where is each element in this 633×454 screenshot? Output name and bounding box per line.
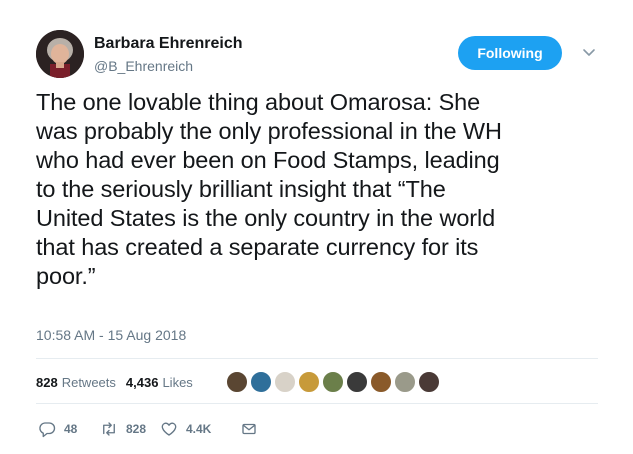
- likes-stat[interactable]: 4,436 Likes: [126, 375, 193, 390]
- reply-count: 48: [64, 422, 78, 436]
- retweet-button[interactable]: 828: [100, 420, 146, 438]
- reply-button[interactable]: 48: [38, 420, 77, 438]
- author-avatar[interactable]: [36, 30, 84, 78]
- chevron-down-icon[interactable]: [581, 44, 597, 60]
- direct-message-button[interactable]: [240, 420, 266, 438]
- tweet-text-line: was probably the only professional in th…: [36, 118, 502, 144]
- like-count: 4.4K: [186, 422, 212, 436]
- tweet-timestamp[interactable]: 10:58 AM - 15 Aug 2018: [36, 327, 186, 343]
- likes-label: Likes: [162, 374, 193, 390]
- envelope-icon: [242, 423, 256, 435]
- liker-avatar[interactable]: [322, 371, 344, 393]
- liker-avatar[interactable]: [274, 371, 296, 393]
- reply-icon: [39, 422, 56, 438]
- tweet-text-line: United States is the only country in the…: [36, 205, 496, 231]
- tweet-stats: 828 Retweets 4,436 Likes: [36, 372, 203, 392]
- retweets-stat[interactable]: 828 Retweets: [36, 375, 116, 390]
- liker-avatar[interactable]: [226, 371, 248, 393]
- liker-avatar[interactable]: [298, 371, 320, 393]
- heart-icon: [161, 422, 177, 436]
- tweet-text: The one lovable thing about Omarosa: She…: [36, 88, 606, 291]
- retweet-icon: [103, 422, 115, 436]
- tweet-text-line: who had ever been on Food Stamps, leadin…: [36, 147, 500, 173]
- liker-avatar[interactable]: [418, 371, 440, 393]
- retweets-count: 828: [36, 374, 58, 390]
- tweet-text-line: to the seriously brilliant insight that …: [36, 176, 446, 202]
- liker-avatar[interactable]: [346, 371, 368, 393]
- tweet-text-line: that has created a separate currency for…: [36, 234, 479, 260]
- divider: [36, 403, 598, 404]
- tweet-header: Barbara Ehrenreich @B_Ehrenreich Followi…: [36, 30, 606, 80]
- tweet-text-line: The one lovable thing about Omarosa: She: [36, 89, 481, 115]
- likes-count: 4,436: [125, 374, 159, 390]
- liker-avatars: [226, 371, 442, 395]
- retweet-count: 828: [126, 422, 147, 436]
- author-name[interactable]: Barbara Ehrenreich: [94, 34, 243, 54]
- divider: [36, 358, 598, 359]
- tweet-text-line: poor.”: [36, 263, 96, 289]
- author-info: Barbara Ehrenreich @B_Ehrenreich: [94, 34, 243, 75]
- author-handle[interactable]: @B_Ehrenreich: [94, 57, 243, 75]
- retweets-label: Retweets: [61, 374, 116, 390]
- like-button[interactable]: 4.4K: [160, 420, 211, 438]
- following-button[interactable]: Following: [458, 36, 562, 70]
- liker-avatar[interactable]: [250, 371, 272, 393]
- liker-avatar[interactable]: [394, 371, 416, 393]
- liker-avatar[interactable]: [370, 371, 392, 393]
